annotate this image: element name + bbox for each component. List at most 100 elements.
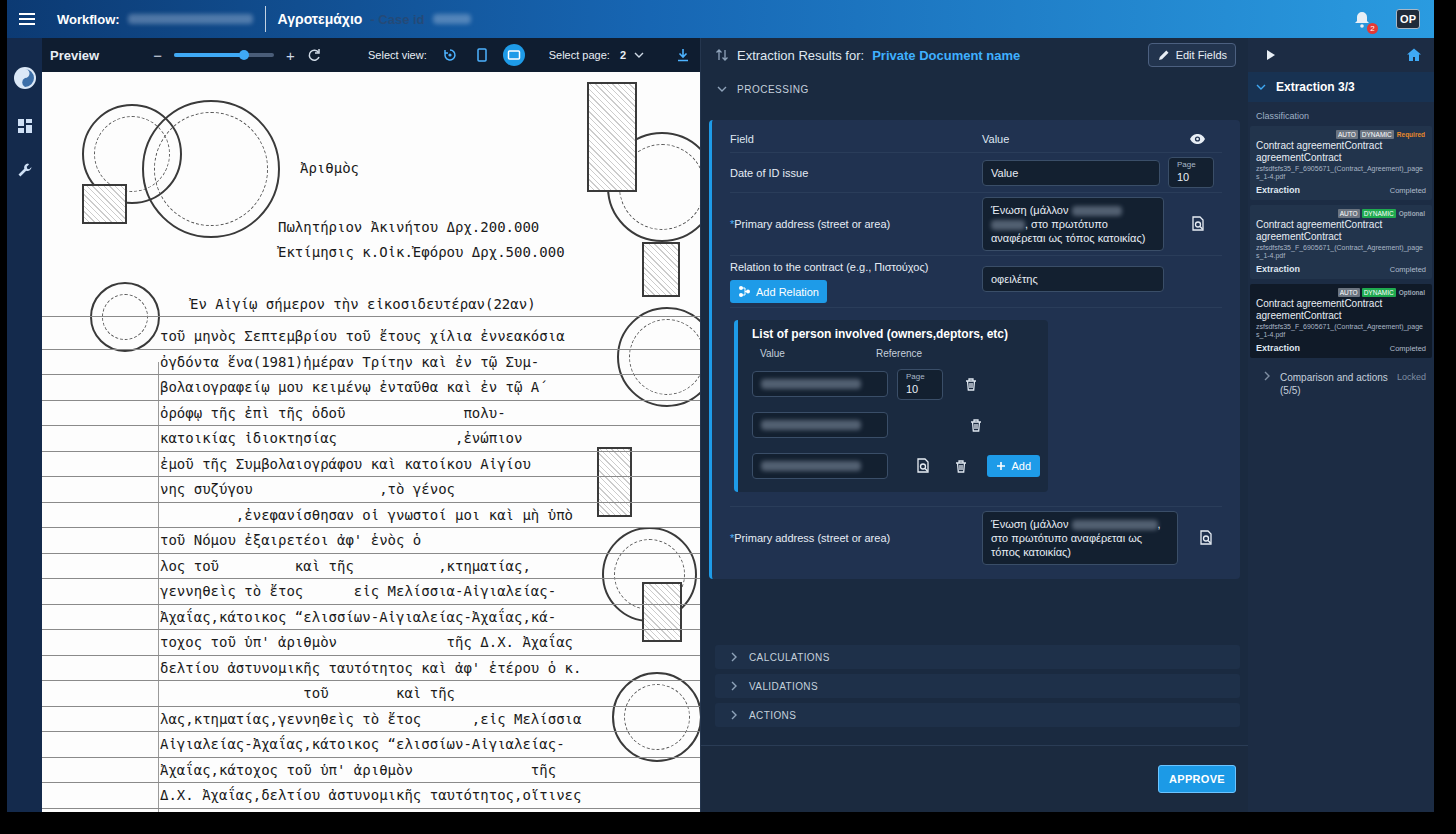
dashboard-icon[interactable] (17, 118, 33, 134)
screen-view-icon[interactable] (507, 48, 521, 62)
field-row: *Primary address (street or area)Ένωση (… (730, 506, 1222, 569)
redacted-text (433, 14, 471, 24)
wrench-icon[interactable] (17, 162, 33, 178)
value-input[interactable]: Value (982, 160, 1160, 186)
step-card[interactable]: AUTODYNAMICRequiredContract agreementCon… (1250, 126, 1432, 200)
wrench-icon[interactable] (17, 162, 33, 178)
rotate-view-icon[interactable] (443, 48, 457, 62)
add-button[interactable]: Add (987, 455, 1040, 477)
chevron-right-icon[interactable] (1262, 371, 1272, 381)
section-bar[interactable]: VALIDATIONS (715, 674, 1240, 698)
steps-toolbar (1248, 38, 1434, 72)
page-reference[interactable]: Page10 (897, 369, 943, 400)
document-search-icon[interactable] (915, 458, 931, 474)
chevron-right-icon[interactable] (729, 652, 739, 662)
page-view-icon[interactable] (475, 48, 489, 62)
approve-button[interactable]: APPROVE (1158, 765, 1236, 793)
chevron-right-icon[interactable] (729, 710, 739, 720)
chevron-down-icon[interactable] (1256, 82, 1266, 92)
zoom-out-button[interactable]: − (151, 47, 164, 64)
download-icon[interactable] (676, 48, 690, 62)
edit-fields-button[interactable]: Edit Fields (1148, 43, 1236, 67)
refresh-icon[interactable] (307, 48, 321, 62)
dashboard-icon[interactable] (17, 118, 33, 134)
add-relation-button[interactable]: Add Relation (730, 280, 827, 303)
address-input[interactable]: Ένωση (μάλλον , στο πρωτότυπο αναφέρεται… (982, 197, 1164, 251)
sidebar (7, 38, 42, 812)
chevron-down-icon[interactable] (1256, 82, 1266, 92)
page-reference[interactable]: Page10 (1168, 157, 1214, 188)
document-search-icon[interactable] (1190, 216, 1206, 232)
view-option[interactable] (439, 44, 461, 66)
footer-bar: APPROVE (701, 745, 1248, 812)
view-option[interactable] (471, 44, 493, 66)
trash-icon[interactable] (954, 459, 968, 474)
chevron-down-icon[interactable] (634, 50, 644, 60)
chevron-right-icon[interactable] (729, 681, 739, 691)
chevron-right-icon[interactable] (1262, 371, 1272, 381)
sort-icon[interactable] (715, 48, 729, 62)
value-text: Ένωση (μάλλον (991, 204, 1072, 216)
app-frame: Workflow:Αγροτεμάχιο- Case id2OPPreview−… (7, 0, 1434, 812)
chevron-down-icon[interactable] (717, 84, 727, 94)
trash-icon[interactable] (964, 377, 978, 392)
menu-icon[interactable] (17, 10, 37, 28)
chevron-down-icon[interactable] (634, 50, 644, 60)
section-bar[interactable]: ACTIONS (715, 703, 1240, 727)
screen-view-icon[interactable] (507, 48, 521, 62)
logo-icon[interactable] (13, 66, 37, 90)
menu-icon[interactable] (17, 10, 37, 28)
margin-rule (158, 362, 159, 812)
zoom-knob[interactable] (239, 50, 249, 60)
step-name: Extraction (1256, 185, 1300, 195)
person-input[interactable] (752, 453, 888, 479)
step-card[interactable]: AUTODYNAMICOptionalContract agreementCon… (1250, 205, 1432, 279)
page-label: Page (906, 372, 938, 382)
view-label: Select view: (368, 49, 427, 61)
play-icon[interactable] (1264, 48, 1278, 62)
zoom-in-button[interactable]: + (284, 47, 297, 64)
user-avatar[interactable]: OP (1396, 9, 1420, 29)
download-icon[interactable] (676, 48, 690, 62)
notifications[interactable]: 2 (1352, 9, 1372, 29)
page-view-icon[interactable] (475, 48, 489, 62)
eye-icon[interactable] (1189, 131, 1206, 147)
refresh-icon[interactable] (307, 48, 321, 62)
section-header[interactable]: PROCESSING (709, 72, 1240, 106)
trash-icon[interactable] (969, 418, 983, 433)
eye-icon[interactable] (1189, 131, 1206, 147)
redacted-text (761, 461, 861, 471)
rotate-view-icon[interactable] (443, 48, 457, 62)
play-icon[interactable] (1264, 48, 1278, 62)
logo-icon[interactable] (13, 66, 37, 90)
document-search-icon[interactable] (1198, 530, 1214, 546)
document-search-icon[interactable] (1190, 216, 1206, 232)
step-header[interactable]: Extraction 3/3 (1248, 72, 1434, 102)
address-input[interactable]: Ένωση (μάλλον , στο πρωτότυπο αναφέρεται… (982, 511, 1178, 565)
step-card[interactable]: AUTODYNAMICOptionalContract agreementCon… (1250, 284, 1432, 358)
trash-icon[interactable] (969, 418, 983, 433)
chevron-down-icon[interactable] (717, 84, 727, 94)
person-input[interactable] (752, 371, 888, 397)
trash-icon[interactable] (954, 459, 968, 474)
section-bar[interactable]: CALCULATIONS (715, 645, 1240, 669)
next-step[interactable]: Comparison and actions (5/5)Locked (1248, 363, 1434, 405)
file-name: zsfsdfsfs35_F_6905671_(Contract_Agreemen… (1256, 323, 1426, 339)
chevron-right-icon[interactable] (729, 710, 739, 720)
document-search-icon[interactable] (1198, 530, 1214, 546)
trash-icon[interactable] (964, 377, 978, 392)
home-icon[interactable] (1406, 47, 1422, 63)
person-input[interactable] (752, 412, 888, 438)
redacted-text (1072, 206, 1122, 216)
value-input[interactable]: οφειλέτης (982, 266, 1164, 292)
zoom-slider[interactable] (174, 53, 274, 57)
chevron-right-icon[interactable] (729, 681, 739, 691)
main-area: Preview−+Select view:Select page:2Ἀριθμὸ… (7, 38, 1434, 812)
page-select[interactable]: 2 (620, 49, 644, 61)
sort-icon[interactable] (715, 48, 729, 62)
view-option[interactable] (503, 44, 525, 66)
home-icon[interactable] (1406, 47, 1422, 63)
chevron-right-icon[interactable] (729, 652, 739, 662)
steps-panel: Extraction 3/3ClassificationAUTODYNAMICR… (1248, 38, 1434, 812)
document-search-icon[interactable] (915, 458, 931, 474)
